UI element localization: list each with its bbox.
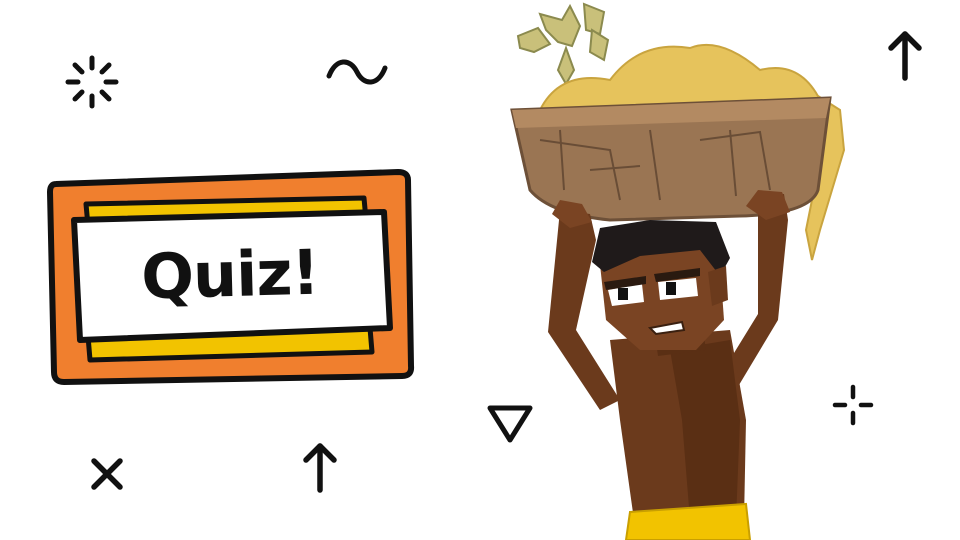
quiz-title: Quiz! <box>140 235 320 314</box>
quiz-title-card: Quiz! <box>44 168 416 388</box>
tilde-icon <box>326 59 388 85</box>
arrow-up-icon <box>303 443 337 493</box>
arrow-up-icon <box>888 31 922 81</box>
crop-leaves <box>516 2 610 87</box>
sparkle-icon <box>65 55 119 109</box>
times-icon <box>91 458 123 490</box>
porter-illustration <box>510 2 846 540</box>
